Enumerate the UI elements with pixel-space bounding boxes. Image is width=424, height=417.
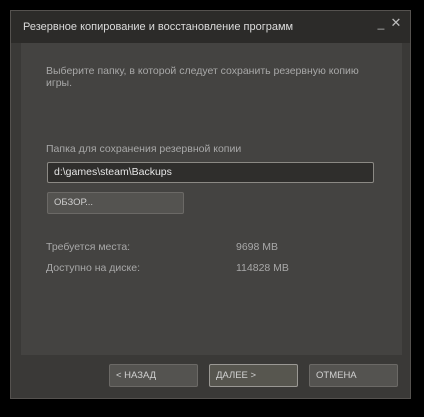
intro-text: Выберите папку, в которой следует сохран… (46, 65, 359, 89)
content-panel: Выберите папку, в которой следует сохран… (21, 43, 402, 355)
cancel-button[interactable]: ОТМЕНА (309, 364, 398, 387)
minimize-icon[interactable]: _ (373, 15, 389, 31)
browse-button[interactable]: ОБЗОР... (47, 192, 184, 214)
available-space-value: 114828 MB (236, 262, 289, 274)
next-button[interactable]: ДАЛЕЕ > (209, 364, 298, 387)
folder-label: Папка для сохранения резервной копии (46, 143, 242, 155)
backup-dialog: Резервное копирование и восстановление п… (10, 10, 411, 399)
window-title: Резервное копирование и восстановление п… (23, 21, 294, 33)
folder-path-input[interactable]: d:\games\steam\Backups (47, 162, 374, 183)
required-space-label: Требуется места: (46, 241, 131, 253)
back-button[interactable]: < НАЗАД (109, 364, 198, 387)
close-icon[interactable]: ✕ (388, 15, 404, 31)
available-space-label: Доступно на диске: (46, 262, 141, 274)
required-space-value: 9698 MB (236, 241, 279, 253)
title-bar[interactable]: Резервное копирование и восстановление п… (11, 11, 410, 43)
